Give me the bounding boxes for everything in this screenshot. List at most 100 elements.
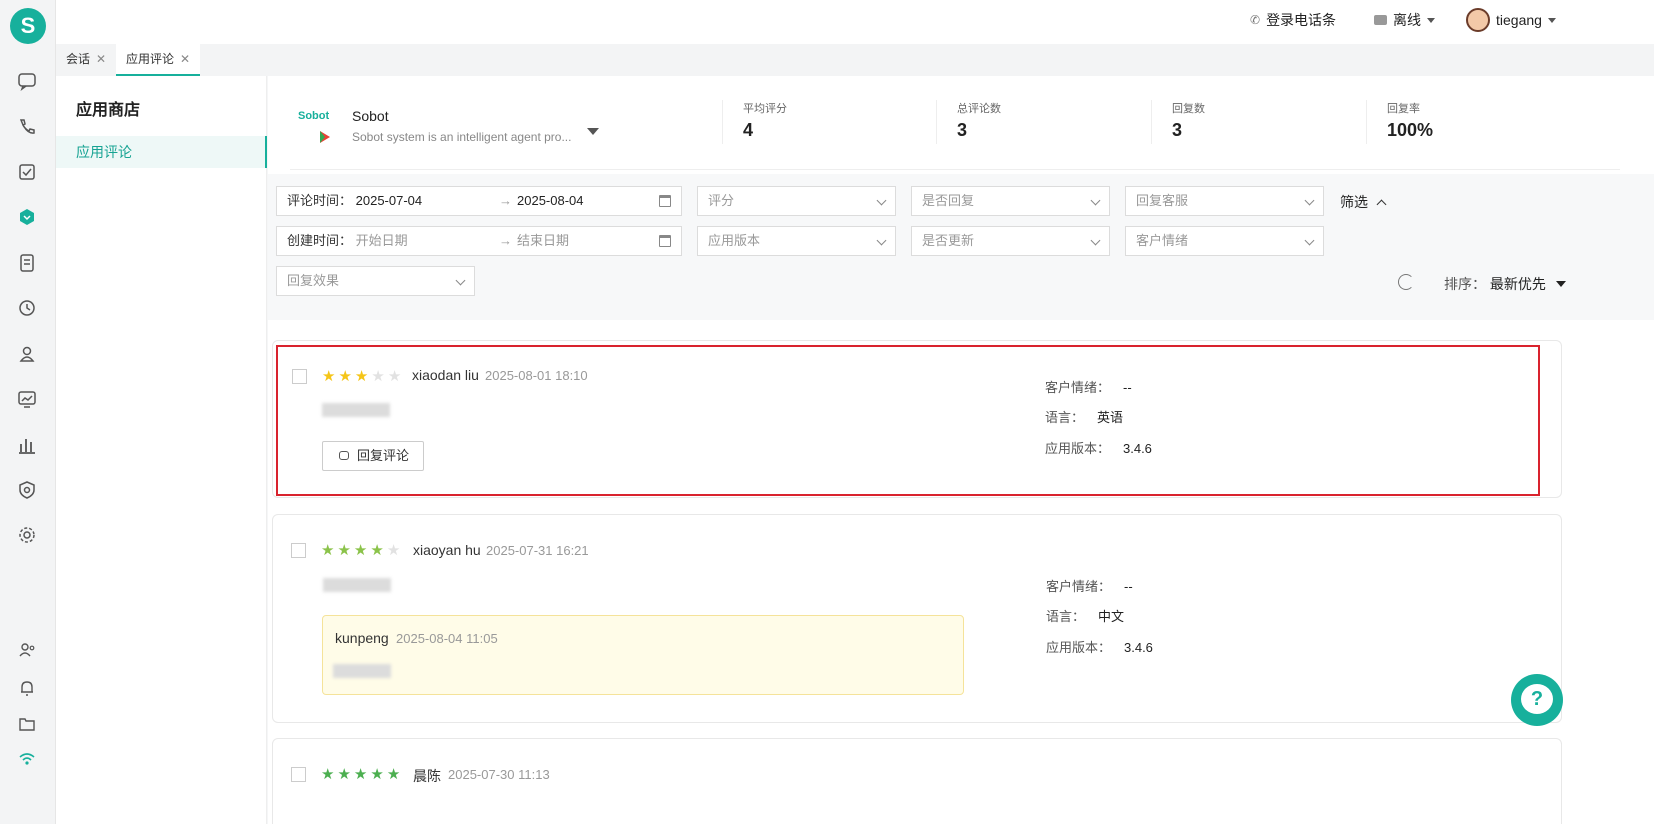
review-author: 晨陈 [413, 768, 441, 784]
question-icon: ? [1521, 684, 1553, 714]
document-icon[interactable] [16, 252, 38, 274]
app-logo: Sobot [298, 110, 342, 154]
call-bar-label: 登录电话条 [1266, 12, 1337, 28]
caret-down-icon [1555, 281, 1566, 287]
updated-select[interactable]: 是否更新 [911, 226, 1110, 256]
star-icon: ★ [354, 368, 369, 385]
chevron-down-icon [876, 235, 887, 246]
replied-select[interactable]: 是否回复 [911, 186, 1110, 216]
chevron-down-icon [1547, 17, 1556, 23]
app-store-icon[interactable] [16, 206, 38, 228]
comment-time-start[interactable]: 2025-07-04 [356, 193, 423, 208]
arrow-right-icon: → [499, 233, 512, 248]
stat-average-rating: 平均评分 4 [722, 100, 787, 144]
review-content-blurred [323, 578, 391, 592]
history-icon[interactable] [16, 297, 38, 319]
quality-icon[interactable] [16, 479, 38, 501]
tab-conversation[interactable]: 会话 ✕ [56, 44, 116, 76]
app-description: Sobot system is an intelligent agent pro… [352, 130, 572, 144]
chevron-up-icon [1376, 199, 1387, 210]
star-icon: ★ [322, 368, 336, 385]
comment-time-end[interactable]: 2025-08-04 [517, 187, 584, 215]
star-icon: ★ [321, 766, 335, 783]
sobot-logo-icon[interactable]: S [10, 8, 46, 44]
sidebar-item-app-reviews[interactable]: 应用评论 [56, 136, 267, 168]
star-icon: ★ [371, 368, 385, 385]
review-card: ★ ★ ★ ★ ★ xiaoyan hu 2025-07-31 16:21 ku… [272, 514, 1562, 723]
star-icon: ★ [353, 542, 368, 559]
status-dropdown[interactable]: 离线 [1374, 0, 1435, 40]
phone-icon[interactable] [16, 116, 38, 138]
star-icon: ★ [353, 766, 368, 783]
close-icon[interactable]: ✕ [96, 52, 106, 66]
statistics-icon[interactable] [16, 434, 38, 456]
user-settings-icon[interactable] [16, 639, 38, 661]
sidebar-title: 应用商店 [76, 102, 141, 119]
status-label: 离线 [1393, 12, 1421, 28]
bell-icon[interactable] [16, 677, 38, 699]
reply-review-button[interactable]: 回复评论 [322, 441, 425, 471]
tab-app-reviews[interactable]: 应用评论 ✕ [116, 44, 201, 76]
app-select-chevron-icon[interactable] [587, 128, 599, 135]
chevron-down-icon [876, 195, 887, 206]
play-store-icon [320, 131, 330, 143]
create-start-date[interactable]: 开始日期 [356, 233, 408, 248]
sentiment-select[interactable]: 客户情绪 [1125, 226, 1324, 256]
tab-bar: 会话 ✕ 应用评论 ✕ [56, 44, 1654, 76]
app-name: Sobot [352, 108, 389, 124]
review-checkbox[interactable] [292, 369, 307, 384]
meta-language: 语言： 中文 [1046, 609, 1125, 624]
review-checkbox[interactable] [291, 543, 306, 558]
tab-label: 会话 [66, 52, 91, 66]
review-author: xiaodan liu [412, 367, 479, 383]
star-icon: ★ [386, 542, 401, 559]
reply-effect-select[interactable]: 回复效果 [276, 266, 475, 296]
close-icon[interactable]: ✕ [180, 52, 190, 66]
folder-icon[interactable] [16, 713, 38, 735]
monitor-icon[interactable] [16, 388, 38, 410]
refresh-icon[interactable] [1398, 274, 1414, 290]
review-time: 2025-08-01 18:10 [485, 368, 588, 383]
filter-toggle[interactable]: 筛选 [1340, 192, 1387, 212]
rating-select[interactable]: 评分 [697, 186, 896, 216]
create-end-date[interactable]: 结束日期 [517, 227, 569, 255]
reply-agent-select[interactable]: 回复客服 [1125, 186, 1324, 216]
stat-total-reviews: 总评论数 3 [936, 100, 1001, 144]
user-menu[interactable]: tiegang [1466, 0, 1556, 40]
star-icon: ★ [370, 766, 384, 783]
chevron-down-icon [1304, 195, 1315, 206]
user-name: tiegang [1496, 12, 1542, 28]
app-summary: Sobot Sobot Sobot system is an intellige… [290, 94, 1620, 170]
chevron-down-icon [455, 275, 466, 286]
chevron-down-icon [1090, 195, 1101, 206]
comment-icon [339, 451, 349, 460]
reply-author: kunpeng [335, 630, 389, 646]
star-icon: ★ [370, 542, 384, 559]
review-time: 2025-07-31 16:21 [486, 543, 589, 558]
create-time-range[interactable]: 创建时间： 开始日期 结束日期 → [276, 226, 682, 256]
review-checkbox[interactable] [291, 767, 306, 782]
phone-small-icon: ✆ [1250, 13, 1261, 27]
task-icon[interactable] [16, 161, 38, 183]
app-version-select[interactable]: 应用版本 [697, 226, 896, 256]
meta-version: 应用版本： 3.4.6 [1045, 441, 1152, 456]
call-bar-login[interactable]: ✆ 登录电话条 [1250, 0, 1336, 40]
wifi-icon [16, 748, 38, 770]
meta-sentiment: 客户情绪： -- [1046, 579, 1133, 594]
stat-reply-rate: 回复率 100% [1366, 100, 1433, 144]
settings-icon[interactable] [16, 524, 38, 546]
icon-rail: S [0, 0, 56, 824]
top-bar: ✆ 登录电话条 离线 tiegang [56, 0, 1654, 44]
chevron-down-icon [1304, 235, 1315, 246]
chat-icon[interactable] [16, 70, 38, 92]
help-button[interactable]: ? [1511, 674, 1563, 726]
sort-dropdown[interactable]: 排序： 最新优先 [1444, 274, 1566, 294]
review-author: xiaoyan hu [413, 542, 481, 558]
customer-icon[interactable] [16, 343, 38, 365]
tab-label: 应用评论 [126, 52, 175, 66]
stat-reply-count: 回复数 3 [1151, 100, 1205, 144]
review-time: 2025-07-30 11:13 [448, 767, 550, 782]
comment-time-range[interactable]: 评论时间： 2025-07-04 2025-08-04 → [276, 186, 682, 216]
rating-stars: ★ ★ ★ ★ ★ [321, 767, 400, 782]
star-icon: ★ [338, 368, 352, 385]
